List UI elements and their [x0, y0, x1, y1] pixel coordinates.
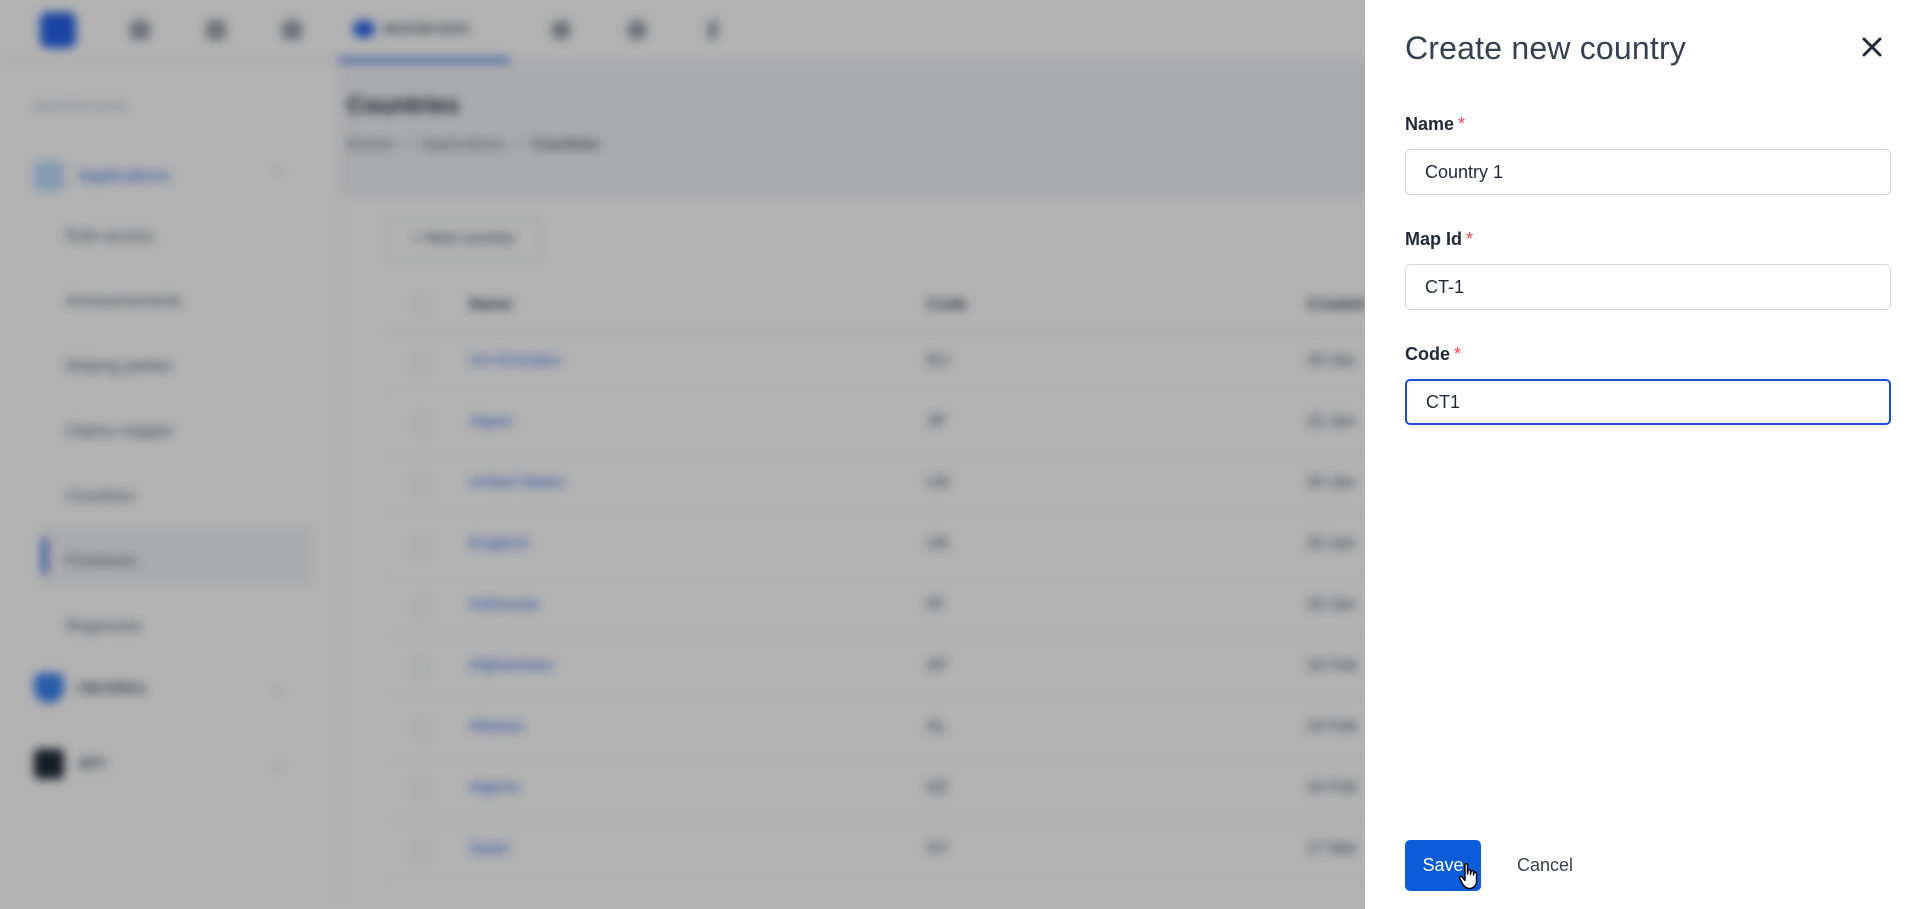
create-country-drawer: Create new country Name* Map Id* Code* S… — [1365, 0, 1920, 909]
name-label-text: Name — [1405, 114, 1455, 134]
close-button[interactable] — [1855, 30, 1889, 64]
drawer-title: Create new country — [1405, 30, 1687, 66]
app-root: MASTER DATA MASTER DATA Applications ⌃ R… — [0, 0, 1920, 909]
map-id-field-label: Map Id * — [1405, 229, 1473, 250]
close-icon — [1862, 37, 1882, 57]
required-mark: * — [1458, 114, 1466, 134]
code-field[interactable] — [1405, 379, 1891, 425]
map-id-label-text: Map Id — [1405, 229, 1462, 249]
name-field-label: Name * — [1405, 114, 1465, 135]
cancel-button[interactable]: Cancel — [1505, 840, 1585, 891]
hand-pointer-cursor-icon — [1458, 862, 1478, 890]
required-mark: * — [1466, 229, 1474, 249]
map-id-field[interactable] — [1405, 264, 1891, 310]
code-field-label: Code * — [1405, 344, 1461, 365]
name-field[interactable] — [1405, 149, 1891, 195]
required-mark: * — [1454, 344, 1462, 364]
code-label-text: Code — [1405, 344, 1450, 364]
